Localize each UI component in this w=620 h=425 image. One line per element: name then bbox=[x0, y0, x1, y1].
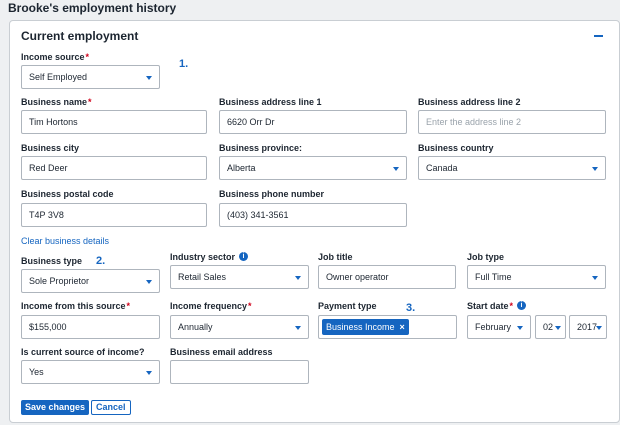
frequency-select[interactable]: Annually bbox=[170, 315, 309, 339]
job-type-select[interactable]: Full Time bbox=[467, 265, 606, 289]
address2-field[interactable]: Enter the address line 2 bbox=[418, 110, 606, 134]
industry-select[interactable]: Retail Sales bbox=[170, 265, 309, 289]
chevron-down-icon bbox=[517, 326, 523, 330]
start-date-label: Start date* i bbox=[467, 301, 527, 311]
job-title-field[interactable]: Owner operator bbox=[318, 265, 456, 289]
business-name-label: Business name* bbox=[21, 97, 92, 107]
address1-field[interactable]: 6620 Orr Dr bbox=[219, 110, 407, 134]
chevron-down-icon bbox=[295, 276, 301, 280]
city-field[interactable]: Red Deer bbox=[21, 156, 207, 180]
job-type-label: Job type bbox=[467, 252, 505, 262]
business-name-field[interactable]: Tim Hortons bbox=[21, 110, 207, 134]
annotation-marker-1: 1. bbox=[179, 58, 189, 70]
minus-icon[interactable] bbox=[594, 35, 603, 37]
start-month-select[interactable]: February bbox=[467, 315, 531, 339]
industry-label: Industry sector i bbox=[170, 252, 249, 262]
payment-type-label: Payment type bbox=[318, 301, 377, 311]
start-year-select[interactable]: 2017 bbox=[569, 315, 607, 339]
close-icon[interactable]: × bbox=[400, 322, 405, 332]
address2-label: Business address line 2 bbox=[418, 97, 521, 107]
phone-label: Business phone number bbox=[219, 189, 325, 199]
country-label: Business country bbox=[418, 143, 494, 153]
chevron-down-icon bbox=[146, 280, 152, 284]
chevron-down-icon bbox=[146, 76, 152, 80]
info-icon[interactable]: i bbox=[517, 301, 527, 310]
income-source-select[interactable]: Self Employed bbox=[21, 65, 160, 89]
business-email-label: Business email address bbox=[170, 347, 273, 357]
annotation-marker-2: 2. bbox=[96, 255, 106, 267]
page-title: Brooke's employment history bbox=[8, 1, 177, 15]
chevron-down-icon bbox=[146, 371, 152, 375]
chevron-down-icon bbox=[596, 326, 602, 330]
income-source-label: Income source* bbox=[21, 52, 90, 62]
employment-card: Current employment Income source* Self E… bbox=[9, 20, 620, 423]
country-select[interactable]: Canada bbox=[418, 156, 606, 180]
income-field[interactable]: $155,000 bbox=[21, 315, 160, 339]
payment-chip[interactable]: Business Income × bbox=[322, 319, 409, 335]
income-label: Income from this source* bbox=[21, 301, 131, 311]
save-changes-button[interactable]: Save changes bbox=[21, 400, 90, 415]
chevron-down-icon bbox=[393, 167, 399, 171]
frequency-label: Income frequency* bbox=[170, 301, 252, 311]
chevron-down-icon bbox=[555, 326, 561, 330]
job-title-label: Job title bbox=[318, 252, 353, 262]
business-type-label: Business type bbox=[21, 256, 83, 266]
start-day-select[interactable]: 02 bbox=[535, 315, 566, 339]
address1-label: Business address line 1 bbox=[219, 97, 322, 107]
cancel-button[interactable]: Cancel bbox=[91, 400, 131, 415]
city-label: Business city bbox=[21, 143, 80, 153]
business-email-field[interactable] bbox=[170, 360, 309, 384]
chevron-down-icon bbox=[592, 167, 598, 171]
chevron-down-icon bbox=[592, 276, 598, 280]
phone-field[interactable]: (403) 341-3561 bbox=[219, 203, 407, 227]
annotation-marker-3: 3. bbox=[406, 302, 416, 314]
province-select[interactable]: Alberta bbox=[219, 156, 407, 180]
business-type-select[interactable]: Sole Proprietor bbox=[21, 269, 160, 293]
province-label: Business province: bbox=[219, 143, 303, 153]
postal-field[interactable]: T4P 3V8 bbox=[21, 203, 207, 227]
clear-business-details-link[interactable]: Clear business details bbox=[21, 236, 109, 246]
payment-type-field[interactable]: Business Income × bbox=[318, 315, 457, 339]
info-icon[interactable]: i bbox=[239, 252, 249, 261]
current-source-label: Is current source of income? bbox=[21, 347, 145, 357]
postal-label: Business postal code bbox=[21, 189, 114, 199]
current-source-select[interactable]: Yes bbox=[21, 360, 160, 384]
chevron-down-icon bbox=[295, 326, 301, 330]
card-title: Current employment bbox=[21, 29, 139, 43]
